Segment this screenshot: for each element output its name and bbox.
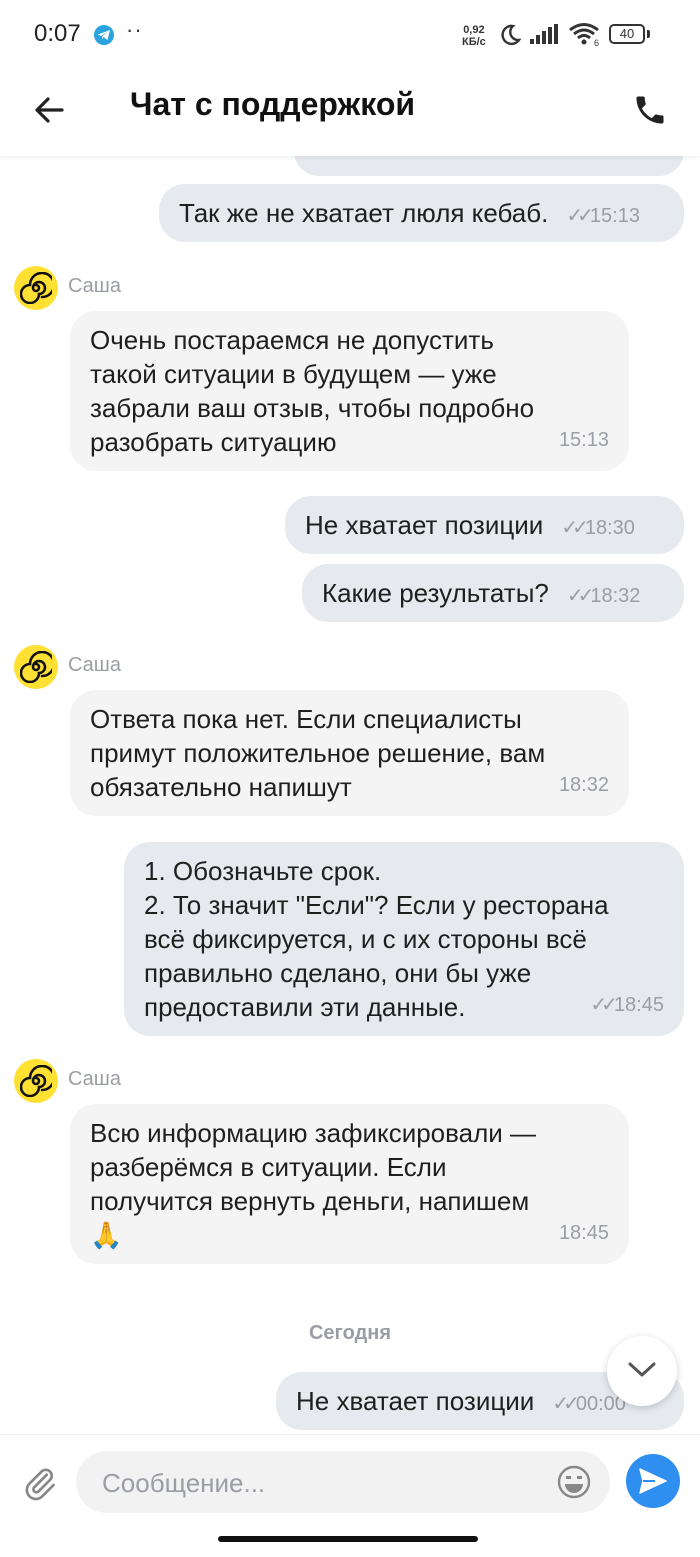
message-time: 15:13 xyxy=(589,205,640,227)
message-text: Не хватает позиции xyxy=(296,1386,535,1416)
message-time: 18:30 xyxy=(584,517,635,539)
page-title: Чат с поддержкой xyxy=(130,86,416,122)
message-line: разберёмся в ситуации. Если xyxy=(90,1152,447,1182)
read-check-icon: ✓✓ xyxy=(566,585,594,607)
scroll-down-button[interactable] xyxy=(607,1336,677,1406)
message-input-wrap xyxy=(76,1451,610,1515)
message-line: правильно сделано, они бы уже xyxy=(144,958,532,988)
message-line: Всю информацию зафиксировали — xyxy=(90,1118,537,1148)
sender-name: Саша xyxy=(68,1068,121,1090)
status-time: 0:07 xyxy=(34,20,81,47)
battery-cap xyxy=(647,30,650,38)
date-separator: Сегодня xyxy=(308,1322,392,1344)
svg-text:6: 6 xyxy=(594,38,599,46)
chevron-down-icon xyxy=(628,1362,656,1377)
message-line: получится вернуть деньги, напишем xyxy=(90,1186,530,1216)
message-line: 2. То значит "Если"? Если у ресторана xyxy=(144,890,609,920)
read-check-icon: ✓✓ xyxy=(566,205,593,227)
app-header: Чат с поддержкой xyxy=(0,72,700,156)
message-outgoing[interactable]: Не хватает позиции ✓✓ 18:30 xyxy=(285,496,684,554)
moon-icon xyxy=(498,23,522,52)
message-line: разобрать ситуацию xyxy=(90,427,337,457)
message-text: Не хватает позиции xyxy=(305,510,544,540)
phone-icon[interactable] xyxy=(632,92,668,133)
avatar xyxy=(14,1059,58,1103)
home-indicator[interactable] xyxy=(218,1536,478,1542)
message-outgoing[interactable]: Так же не хватает люля кебаб. ✓✓ 15:13 xyxy=(159,184,684,242)
message-time: 18:32 xyxy=(558,774,609,796)
message-time: 18:32 xyxy=(590,585,641,607)
message-line: Очень постараемся не допустить xyxy=(90,325,494,355)
wifi-icon: 6 xyxy=(568,22,602,51)
send-icon xyxy=(639,1468,667,1494)
network-speed: 0,92 КБ/с xyxy=(462,24,486,48)
more-notifications-icon: ·· xyxy=(126,17,143,42)
message-emoji: 🙏 xyxy=(90,1220,123,1250)
message-line: примут положительное решение, вам xyxy=(90,738,546,768)
message-time: 18:45 xyxy=(613,994,664,1016)
paperclip-icon[interactable] xyxy=(22,1465,58,1506)
status-bar: 0:07 ·· 0,92 КБ/с 6 40 xyxy=(0,0,700,72)
read-check-icon: ✓✓ xyxy=(561,517,588,539)
message-time: 18:45 xyxy=(558,1222,609,1244)
read-check-icon: ✓✓ xyxy=(590,994,617,1016)
read-check-icon: ✓✓ xyxy=(552,1393,579,1415)
message-bubble-partial xyxy=(294,156,684,176)
message-outgoing[interactable]: 1. Обозначьте срок. 2. То значит "Если"?… xyxy=(124,842,684,1036)
message-line: обязательно напишут xyxy=(90,772,352,802)
message-line: 1. Обозначьте срок. xyxy=(144,856,382,886)
emoji-icon[interactable] xyxy=(556,1464,592,1505)
chat-messages[interactable]: Так же не хватает люля кебаб. ✓✓ 15:13 Са… xyxy=(0,156,700,1434)
message-incoming[interactable]: Очень постараемся не допустить такой сит… xyxy=(70,311,629,471)
message-incoming[interactable]: Всю информацию зафиксировали — разберёмс… xyxy=(70,1104,629,1264)
telegram-icon xyxy=(94,25,114,45)
message-text: Так же не хватает люля кебаб. xyxy=(179,198,549,228)
send-button[interactable] xyxy=(626,1454,680,1508)
message-incoming[interactable]: Ответа пока нет. Если специалисты примут… xyxy=(70,690,629,816)
avatar xyxy=(14,645,58,689)
message-input[interactable] xyxy=(100,1451,544,1515)
avatar xyxy=(14,266,58,310)
message-line: предоставили эти данные. xyxy=(144,992,466,1022)
message-line: всё фиксируется, и с их стороны всё xyxy=(144,924,587,954)
battery-icon: 40 xyxy=(609,24,645,44)
message-text: Какие результаты? xyxy=(322,578,549,608)
network-speed-unit: КБ/с xyxy=(462,36,486,48)
message-line: Ответа пока нет. Если специалисты xyxy=(90,704,522,734)
message-line: такой ситуации в будущем — уже xyxy=(90,359,497,389)
message-time: 15:13 xyxy=(558,429,609,451)
message-line: забрали ваш отзыв, чтобы подробно xyxy=(90,393,535,423)
signal-icon xyxy=(530,24,560,49)
network-speed-value: 0,92 xyxy=(463,24,485,36)
sender-name: Саша xyxy=(68,275,121,297)
message-outgoing[interactable]: Какие результаты? ✓✓ 18:32 xyxy=(302,564,684,622)
arrow-left-icon[interactable] xyxy=(30,90,70,130)
sender-name: Саша xyxy=(68,654,121,676)
